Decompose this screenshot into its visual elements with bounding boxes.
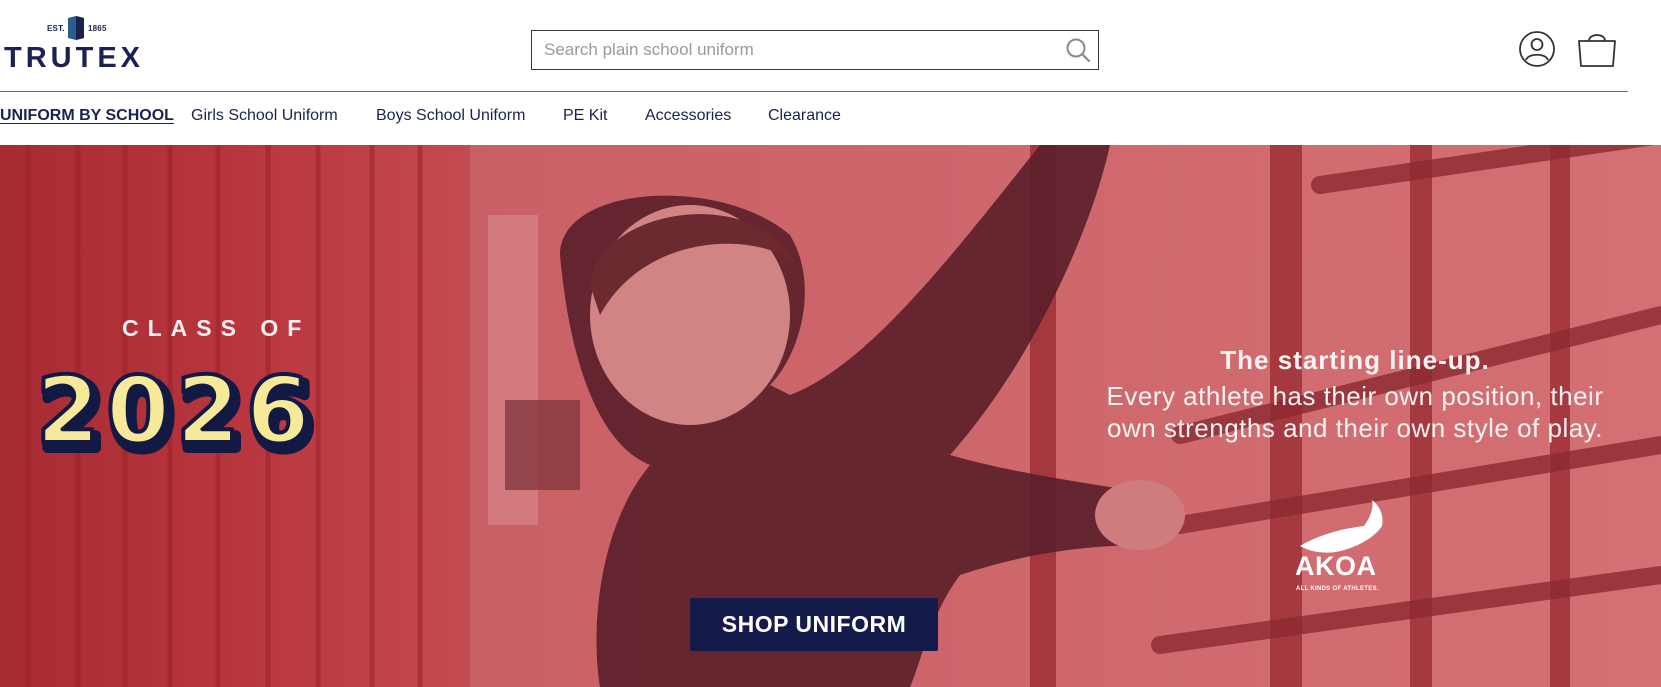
search-input[interactable]: [532, 31, 1058, 69]
account-icon[interactable]: [1518, 30, 1556, 68]
hero-tagline: The starting line-up. Every athlete has …: [1060, 345, 1650, 444]
search-bar: [531, 30, 1099, 70]
tagline-line-1: Every athlete has their own position, th…: [1106, 381, 1604, 411]
nav-item-uniform-by-school[interactable]: UNIFORM BY SCHOOL: [0, 104, 174, 128]
logo-est-label: EST.: [47, 24, 65, 33]
class-of-label: CLASS OF: [122, 315, 311, 341]
site-header: EST. 1865 TRUTEX: [0, 0, 1661, 92]
nav-item-girls-school-uniform[interactable]: Girls School Uniform: [191, 104, 338, 128]
logo-shield-icon: [68, 16, 84, 40]
logo-wordmark: TRUTEX: [4, 42, 144, 74]
search-icon: [1066, 38, 1091, 63]
akoa-wordmark: AKOA: [1295, 551, 1377, 581]
nav-item-boys-school-uniform[interactable]: Boys School Uniform: [376, 104, 525, 128]
logo-est-year: 1865: [88, 24, 107, 33]
nav-item-pe-kit[interactable]: PE Kit: [563, 104, 607, 128]
hero-banner[interactable]: CLASS OF 2026 2026 The starting line-up.…: [0, 145, 1661, 687]
akoa-logo-icon: [1300, 500, 1383, 553]
basket-icon[interactable]: [1576, 29, 1618, 69]
nav-item-accessories[interactable]: Accessories: [645, 104, 731, 128]
shop-uniform-button[interactable]: SHOP UNIFORM: [690, 598, 938, 651]
main-nav: UNIFORM BY SCHOOL Girls School Uniform B…: [0, 92, 1661, 145]
tagline-line-2: own strengths and their own style of pla…: [1107, 413, 1603, 443]
search-button[interactable]: [1058, 31, 1098, 69]
class-year-graphic: 2026 2026: [34, 360, 319, 460]
tagline-heading: The starting line-up.: [1220, 345, 1490, 375]
svg-text:2026: 2026: [36, 360, 316, 460]
trutex-logo[interactable]: EST. 1865 TRUTEX: [4, 14, 149, 76]
page: EST. 1865 TRUTEX Search plain school uni…: [0, 0, 1661, 687]
nav-item-clearance[interactable]: Clearance: [768, 104, 841, 128]
akoa-tagline: ALL KINDS OF ATHLETES.: [1296, 586, 1379, 592]
